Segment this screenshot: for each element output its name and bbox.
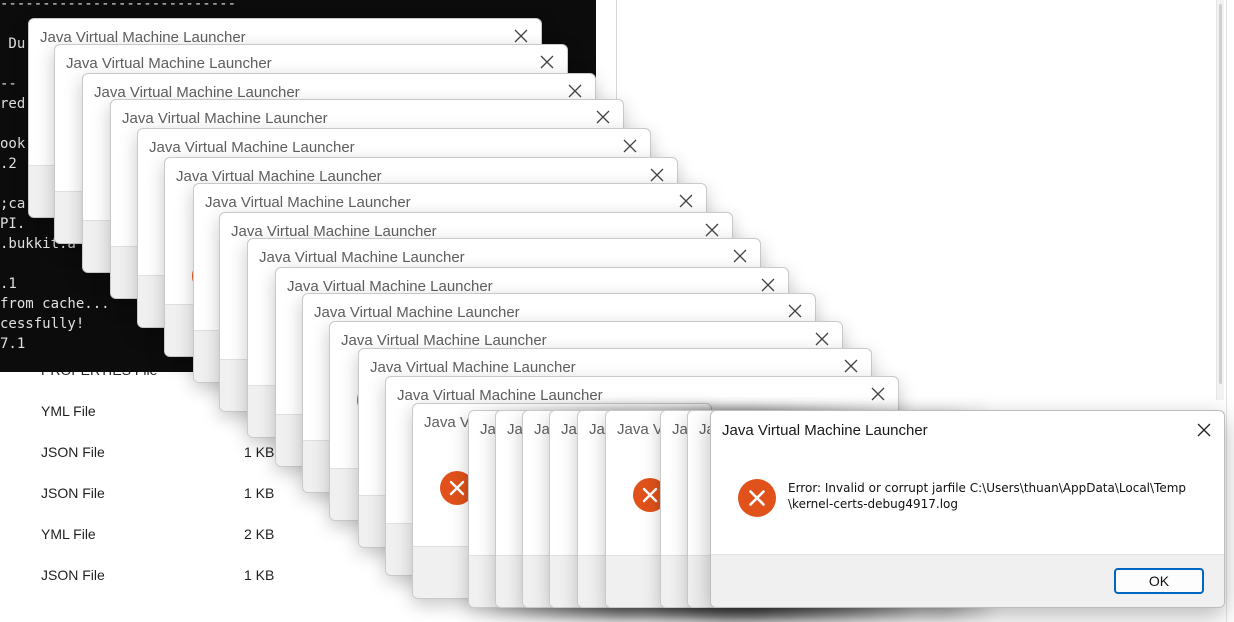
console-line: Du xyxy=(0,36,26,52)
dialog-title: Java Vi xyxy=(424,414,473,431)
close-icon[interactable] xyxy=(649,167,665,183)
console-line: ook xyxy=(0,136,26,152)
console-line: PI. xyxy=(0,216,26,232)
error-message: Error: Invalid or corrupt jarfile C:\Use… xyxy=(788,481,1187,511)
dialog-title: Java Virtual Machine Launcher xyxy=(66,55,272,72)
console-line: .2 xyxy=(0,156,17,172)
error-dialog: Java Virtual Machine Launcher Error: Inv… xyxy=(710,410,1225,608)
console-line: .1 xyxy=(0,276,17,292)
console-line: -- xyxy=(0,76,17,92)
file-type: JSON File xyxy=(41,567,105,583)
close-icon[interactable] xyxy=(539,54,555,70)
file-size: 1 KB xyxy=(244,444,275,460)
file-type: YML File xyxy=(41,403,96,419)
dialog-title: Java Virtual Machine Launcher xyxy=(341,332,547,349)
dialog-title: Java Virtual Machine Launcher xyxy=(149,139,355,156)
close-icon[interactable] xyxy=(787,303,803,319)
console-line: 7.1 xyxy=(0,336,26,352)
file-row[interactable]: YML File 2 KB xyxy=(0,520,300,550)
dialog-title: Java Virtual Machine Launcher xyxy=(397,387,603,404)
dialog-title: Java Vi xyxy=(617,421,666,438)
error-icon xyxy=(737,478,777,518)
console-line: from cache... xyxy=(0,296,110,312)
dialog-footer: OK xyxy=(711,554,1224,607)
close-icon[interactable] xyxy=(732,248,748,264)
close-icon[interactable] xyxy=(760,277,776,293)
file-size: 2 KB xyxy=(244,526,275,542)
close-icon[interactable] xyxy=(843,358,859,374)
file-row[interactable]: JSON File 1 KB xyxy=(0,438,300,468)
dialog-title: Java Virtual Machine Launcher xyxy=(370,359,576,376)
explorer-scrollbar[interactable] xyxy=(1216,0,1224,400)
dialog-title: Java Virtual Machine Launcher xyxy=(122,110,328,127)
console-line: ;ca xyxy=(0,196,26,212)
file-row[interactable]: JSON File 1 KB xyxy=(0,561,300,591)
window-edge xyxy=(1226,0,1234,622)
file-row[interactable]: JSON File 1 KB xyxy=(0,479,300,509)
close-icon[interactable] xyxy=(704,222,720,238)
ok-button[interactable]: OK xyxy=(1114,568,1204,594)
file-type: JSON File xyxy=(41,444,105,460)
close-icon[interactable] xyxy=(1196,422,1212,438)
file-type: YML File xyxy=(41,526,96,542)
console-line: ---------------------------- xyxy=(0,0,237,12)
dialog-title: Java Virtual Machine Launcher xyxy=(259,249,465,266)
close-icon[interactable] xyxy=(595,109,611,125)
close-icon[interactable] xyxy=(870,386,886,402)
close-icon[interactable] xyxy=(622,138,638,154)
file-size: 1 KB xyxy=(244,485,275,501)
close-icon[interactable] xyxy=(513,28,529,44)
dialog-title: Java Virtual Machine Launcher xyxy=(722,422,928,439)
close-icon[interactable] xyxy=(567,83,583,99)
close-icon[interactable] xyxy=(814,331,830,347)
dialog-title: Java Virtual Machine Launcher xyxy=(205,194,411,211)
console-line: red xyxy=(0,96,26,112)
file-size: 1 KB xyxy=(244,567,275,583)
close-icon[interactable] xyxy=(678,193,694,209)
scrollbar-thumb[interactable] xyxy=(1219,4,1222,384)
file-type: JSON File xyxy=(41,485,105,501)
dialog-title: Java Virtual Machine Launcher xyxy=(314,304,520,321)
console-line: cessfully! xyxy=(0,316,85,332)
